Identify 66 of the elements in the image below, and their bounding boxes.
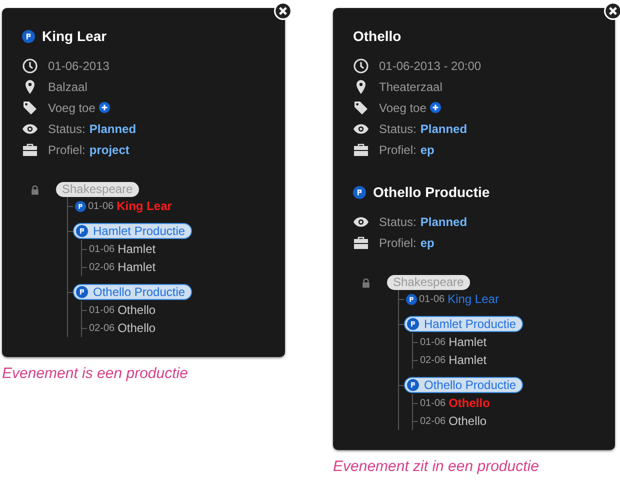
profile-link[interactable]: project (89, 140, 130, 158)
field-label: Profiel: (48, 142, 86, 158)
field-label: Profiel: (379, 234, 416, 252)
clock-icon (353, 58, 369, 74)
event-date: 02-06 (420, 354, 446, 368)
toolbox-icon (353, 234, 369, 250)
status-link[interactable]: Planned (420, 212, 468, 230)
caption: Evenement zit in een productie (333, 457, 540, 477)
tag-icon (353, 100, 369, 116)
status-link[interactable]: Planned (420, 120, 468, 138)
production-pill[interactable]: Hamlet Productie (73, 223, 192, 239)
field-label: Status: (379, 120, 416, 138)
production-icon (407, 379, 419, 391)
tag-text: Voeg toe (379, 100, 426, 116)
production-icon (75, 200, 86, 212)
event-date: 01-06 (88, 200, 114, 214)
tag-text: Voeg toe (48, 100, 96, 116)
event-date: 01-06 (89, 242, 115, 256)
event-date: 01-06 (419, 292, 445, 306)
event-title: King Lear (42, 27, 107, 46)
profile-link[interactable]: ep (420, 140, 434, 158)
production-pill[interactable]: Hamlet Productie (404, 316, 524, 332)
toolbox-icon (353, 142, 369, 158)
date-text: 01-06-2013 (48, 58, 110, 74)
close-button[interactable] (604, 2, 620, 20)
event-title: Othello Productie (373, 183, 490, 202)
event-date: 01-06 (420, 336, 446, 350)
event-link[interactable]: Hamlet (448, 351, 487, 369)
production-icon (76, 286, 88, 298)
event-link[interactable]: Othello (448, 394, 490, 412)
event-link[interactable]: Othello (118, 301, 156, 319)
date-text: 01-06-2013 - 20:00 (379, 58, 482, 74)
event-link[interactable]: Othello (448, 412, 487, 430)
event-date: 01-06 (420, 396, 446, 410)
add-icon[interactable] (430, 102, 442, 113)
production-icon (76, 225, 88, 237)
tag-icon (22, 100, 38, 116)
field-label: Status: (48, 120, 86, 138)
add-icon[interactable] (99, 102, 110, 113)
event-date: 02-06 (89, 322, 115, 336)
toolbox-icon (22, 142, 38, 158)
event-link[interactable]: King Lear (448, 290, 499, 308)
caption: Evenement is een productie (2, 364, 189, 384)
production-icon (406, 294, 417, 304)
production-icon (353, 186, 366, 199)
event-title: Othello (353, 27, 402, 46)
event-link[interactable]: Hamlet (118, 258, 156, 276)
clock-icon (22, 58, 38, 74)
event-link[interactable]: Othello (118, 319, 156, 337)
location-text: Balzaal (48, 78, 88, 96)
production-pill[interactable]: Othello Productie (404, 377, 524, 393)
production-icon (22, 30, 35, 43)
event-date: 02-06 (89, 260, 115, 274)
event-link[interactable]: Hamlet (118, 240, 156, 258)
profile-link[interactable]: ep (420, 234, 434, 252)
event-date: 01-06 (89, 304, 115, 318)
field-label: Status: (379, 214, 416, 230)
location-text: Theaterzaal (379, 78, 442, 96)
event-link[interactable]: King Lear (116, 197, 172, 215)
production-icon (407, 318, 419, 330)
production-pill[interactable]: Othello Productie (73, 284, 192, 300)
status-link[interactable]: Planned (89, 120, 136, 138)
event-date: 02-06 (420, 414, 446, 428)
event-link[interactable]: Hamlet (448, 333, 487, 351)
close-button[interactable] (274, 2, 292, 20)
field-label: Profiel: (379, 142, 416, 158)
